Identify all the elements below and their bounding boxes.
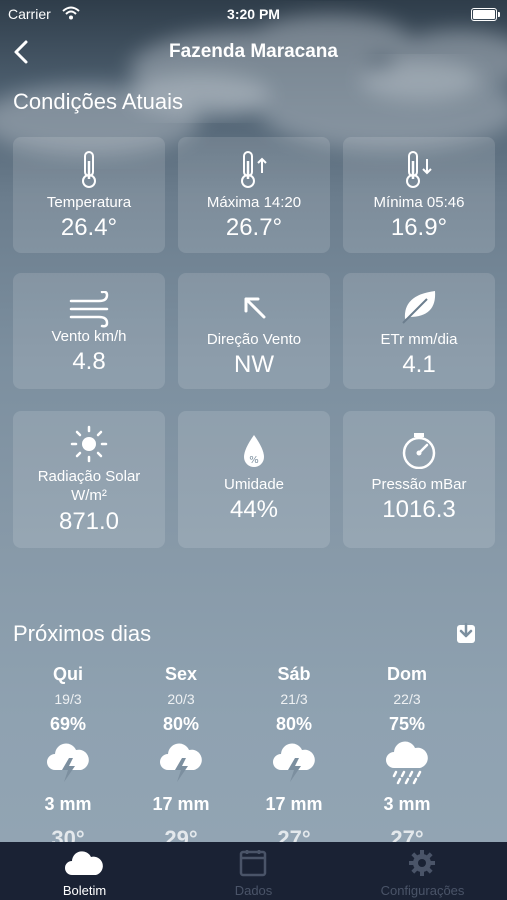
tab-dados[interactable]: Dados [169, 842, 338, 900]
thunderstorm-icon [47, 743, 89, 782]
day-date: 19/3 [54, 691, 82, 707]
tile-humidity[interactable]: % Umidade 44% [178, 411, 330, 548]
rain-amount: 17 mm [265, 794, 323, 814]
forecast-day[interactable]: Qui 19/3 69% 3 mm 30° [23, 664, 113, 851]
forecast-title: Próximos dias [13, 621, 152, 646]
battery-icon [471, 8, 500, 21]
svg-text:%: % [249, 455, 259, 466]
day-name: Dom [387, 664, 427, 684]
forecast-day[interactable]: Sex 20/3 80% 17 mm 29° [136, 664, 226, 851]
tile-label: Vento km/h [51, 328, 127, 345]
day-date: 22/3 [393, 691, 421, 707]
day-date: 20/3 [167, 691, 195, 707]
precip-probability: 80% [162, 714, 200, 734]
gear-icon [409, 850, 435, 876]
tile-label-unit: W/m² [71, 487, 107, 504]
tile-wind-speed[interactable]: Vento km/h 4.8 [13, 273, 165, 389]
tile-max-temperature[interactable]: Máxima 14:20 26.7° [178, 137, 330, 253]
tile-label: Umidade [223, 476, 285, 493]
tile-value: 4.1 [402, 351, 436, 378]
cloud-icon [65, 851, 103, 875]
tab-label: Dados [234, 883, 273, 898]
tile-value: 4.8 [72, 348, 106, 375]
tile-value: 1016.3 [382, 496, 456, 523]
precip-probability: 75% [388, 714, 426, 734]
tile-value: 44% [229, 496, 279, 523]
tile-pressure[interactable]: Pressão mBar 1016.3 [343, 411, 495, 548]
nav-bar: Fazenda Maracana [0, 30, 507, 74]
direction-arrow-icon [244, 297, 266, 319]
day-name: Sex [164, 664, 198, 684]
day-name: Qui [53, 664, 83, 684]
tile-value: 26.7° [225, 214, 283, 241]
gauge-icon [402, 433, 436, 469]
tile-evapotranspiration[interactable]: ETr mm/dia 4.1 [343, 273, 495, 389]
wind-icon [69, 291, 109, 328]
status-bar: Carrier 3:20 PM [0, 0, 507, 30]
tile-temperature[interactable]: Temperatura 26.4° [13, 137, 165, 253]
tab-label: Configurações [380, 883, 465, 898]
current-conditions-title: Condições Atuais [13, 89, 183, 114]
tile-wind-direction[interactable]: Direção Vento NW [178, 273, 330, 389]
tile-solar-radiation[interactable]: Radiação Solar W/m² 871.0 [13, 411, 165, 548]
precip-probability: 69% [49, 714, 87, 734]
thunderstorm-icon [160, 743, 202, 782]
tile-value: NW [234, 351, 274, 378]
tile-value: 26.4° [60, 214, 118, 241]
rain-amount: 3 mm [44, 794, 92, 814]
tile-label: Radiação Solar [37, 468, 141, 485]
tile-label: Temperatura [46, 194, 132, 211]
tab-label: Boletim [62, 883, 107, 898]
thermometer-up-icon [241, 151, 267, 188]
tab-boletim[interactable]: Boletim [0, 842, 169, 900]
clock: 3:20 PM [227, 6, 280, 22]
thermometer-icon [82, 151, 96, 188]
day-date: 21/3 [280, 691, 308, 707]
forecast-day[interactable]: Sáb 21/3 80% 17 mm 27° [249, 664, 339, 851]
rain-cloud-icon [386, 741, 428, 785]
tile-label: Máxima 14:20 [206, 194, 302, 211]
tab-bar: Boletim Dados Configurações [0, 842, 507, 900]
tab-configuracoes[interactable]: Configurações [338, 842, 507, 900]
rain-amount: 3 mm [383, 794, 431, 814]
tile-value: 871.0 [58, 508, 120, 535]
precip-probability: 80% [275, 714, 313, 734]
tile-label: ETr mm/dia [380, 331, 458, 348]
tile-min-temperature[interactable]: Mínima 05:46 16.9° [343, 137, 495, 253]
tile-value: 16.9° [390, 214, 448, 241]
download-icon[interactable] [456, 622, 476, 644]
humidity-drop-icon: % [244, 435, 264, 467]
tile-label: Pressão mBar [371, 476, 467, 493]
sun-icon [70, 425, 108, 463]
thermometer-down-icon [406, 151, 432, 188]
leaf-icon [402, 291, 436, 324]
tile-label: Mínima 05:46 [373, 194, 465, 211]
day-name: Sáb [277, 664, 311, 684]
forecast-day[interactable]: Dom 22/3 75% 3 mm 27° [362, 664, 452, 851]
tile-label: Direção Vento [206, 331, 302, 348]
calendar-icon [239, 850, 267, 877]
thunderstorm-icon [273, 743, 315, 782]
page-title: Fazenda Maracana [169, 41, 338, 62]
rain-amount: 17 mm [152, 794, 210, 814]
